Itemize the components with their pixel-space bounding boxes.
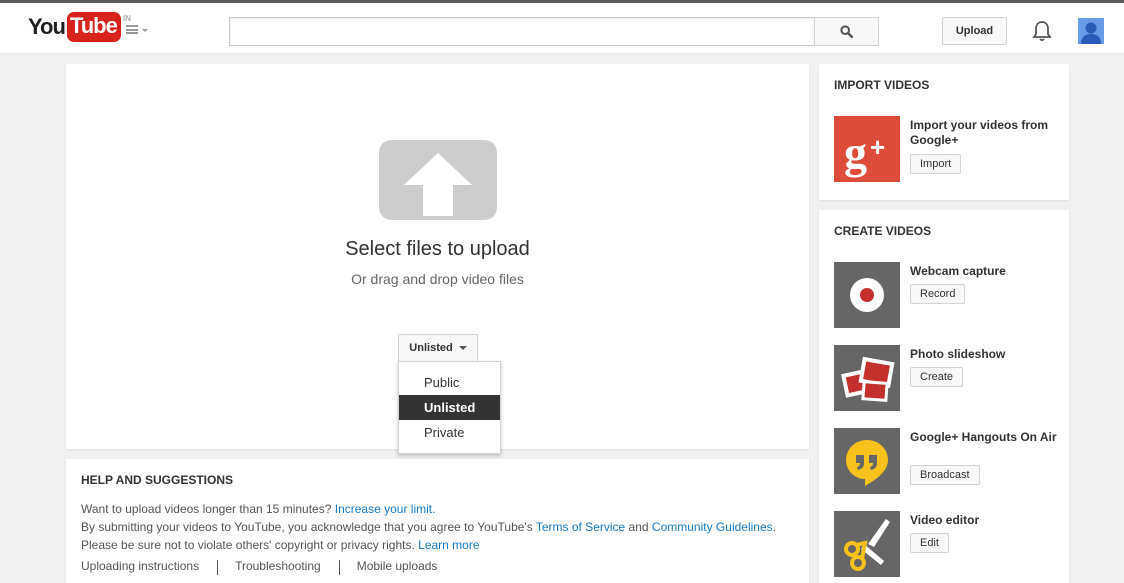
learn-more-link[interactable]: Learn more: [418, 538, 479, 552]
create-slideshow-button[interactable]: Create: [910, 367, 964, 387]
masthead: You Tube IN Upload: [0, 0, 1124, 54]
hangouts-on-air-label: Google+ Hangouts On Air: [910, 430, 1057, 444]
hamburger-icon: [126, 25, 138, 34]
help-line-copyright: Please be sure not to violate others' co…: [81, 536, 794, 554]
community-guidelines-link[interactable]: Community Guidelines: [652, 520, 773, 534]
video-editor-item: Video editor Edit: [834, 511, 1064, 577]
privacy-option-private[interactable]: Private: [399, 420, 500, 445]
record-button[interactable]: Record: [910, 284, 966, 304]
help-line-limit: Want to upload videos longer than 15 min…: [81, 500, 794, 518]
divider: [338, 560, 340, 575]
webcam-capture-item: Webcam capture Record: [834, 262, 1064, 328]
guide-menu-button[interactable]: [126, 24, 150, 38]
help-links: Uploading instructions Troubleshooting M…: [81, 559, 794, 575]
search-button[interactable]: [814, 17, 879, 46]
increase-limit-link[interactable]: Increase your limit.: [335, 502, 436, 516]
import-videos-title: IMPORT VIDEOS: [834, 78, 930, 92]
create-videos-panel: CREATE VIDEOS Webcam capture Record Phot…: [819, 210, 1069, 583]
search-icon: [840, 25, 853, 38]
import-button[interactable]: Import: [910, 154, 962, 174]
help-terms-text: By submitting your videos to YouTube, yo…: [81, 520, 533, 534]
search-input[interactable]: [229, 17, 815, 46]
privacy-dropdown-button[interactable]: Unlisted: [398, 334, 478, 362]
logo-country-code: IN: [122, 14, 131, 23]
help-line-terms: By submitting your videos to YouTube, yo…: [81, 518, 794, 536]
help-limit-text: Want to upload videos longer than 15 min…: [81, 502, 332, 516]
help-terms-end: .: [772, 520, 776, 534]
help-panel: HELP AND SUGGESTIONS Want to upload vide…: [66, 459, 809, 583]
import-google-plus-label: Import your videos from Google+: [910, 118, 1049, 147]
caret-down-icon: [458, 346, 467, 350]
privacy-selected-label: Unlisted: [409, 342, 453, 354]
divider: [217, 560, 219, 575]
scissors-icon[interactable]: [834, 511, 900, 577]
help-copyright-text: Please be sure not to violate others' co…: [81, 538, 415, 552]
logo-you-text: You: [28, 14, 66, 39]
privacy-option-unlisted[interactable]: Unlisted: [399, 395, 500, 420]
broadcast-button[interactable]: Broadcast: [910, 465, 980, 485]
terms-of-service-link[interactable]: Terms of Service: [536, 520, 625, 534]
mobile-uploads-link[interactable]: Mobile uploads: [357, 559, 438, 575]
video-editor-label: Video editor: [910, 513, 980, 527]
user-avatar[interactable]: [1078, 18, 1104, 44]
photo-slideshow-label: Photo slideshow: [910, 347, 1006, 361]
select-files-title[interactable]: Select files to upload: [66, 238, 809, 261]
webcam-capture-label: Webcam capture: [910, 264, 1006, 278]
edit-button[interactable]: Edit: [910, 533, 949, 553]
notifications-bell-icon[interactable]: [1032, 20, 1052, 42]
svg-text:+: +: [870, 132, 885, 162]
help-and-text: and: [628, 520, 649, 534]
import-videos-panel: IMPORT VIDEOS g + Import your videos fro…: [819, 64, 1069, 200]
google-plus-icon[interactable]: g +: [834, 116, 900, 182]
create-videos-title: CREATE VIDEOS: [834, 224, 932, 238]
upload-button[interactable]: Upload: [942, 17, 1007, 45]
help-title: HELP AND SUGGESTIONS: [81, 473, 234, 487]
svg-text:g: g: [844, 127, 867, 178]
privacy-menu: Public Unlisted Private: [398, 361, 501, 454]
hangouts-icon[interactable]: [834, 428, 900, 494]
import-google-plus-item: g + Import your videos from Google+ Impo…: [834, 116, 1064, 182]
privacy-option-public[interactable]: Public: [399, 370, 500, 395]
caret-down-icon: [142, 29, 148, 32]
logo-tube-text: Tube: [66, 12, 121, 42]
troubleshooting-link[interactable]: Troubleshooting: [235, 559, 321, 575]
photo-slideshow-icon[interactable]: [834, 345, 900, 411]
hangouts-on-air-item: Google+ Hangouts On Air Broadcast: [834, 428, 1064, 494]
upload-arrow-icon[interactable]: [379, 140, 497, 220]
youtube-logo[interactable]: You Tube IN: [28, 12, 131, 42]
default-avatar-icon: [1078, 18, 1104, 44]
drag-drop-hint: Or drag and drop video files: [351, 271, 524, 287]
uploading-instructions-link[interactable]: Uploading instructions: [81, 559, 199, 575]
photo-slideshow-item: Photo slideshow Create: [834, 345, 1064, 411]
record-icon[interactable]: [834, 262, 900, 328]
